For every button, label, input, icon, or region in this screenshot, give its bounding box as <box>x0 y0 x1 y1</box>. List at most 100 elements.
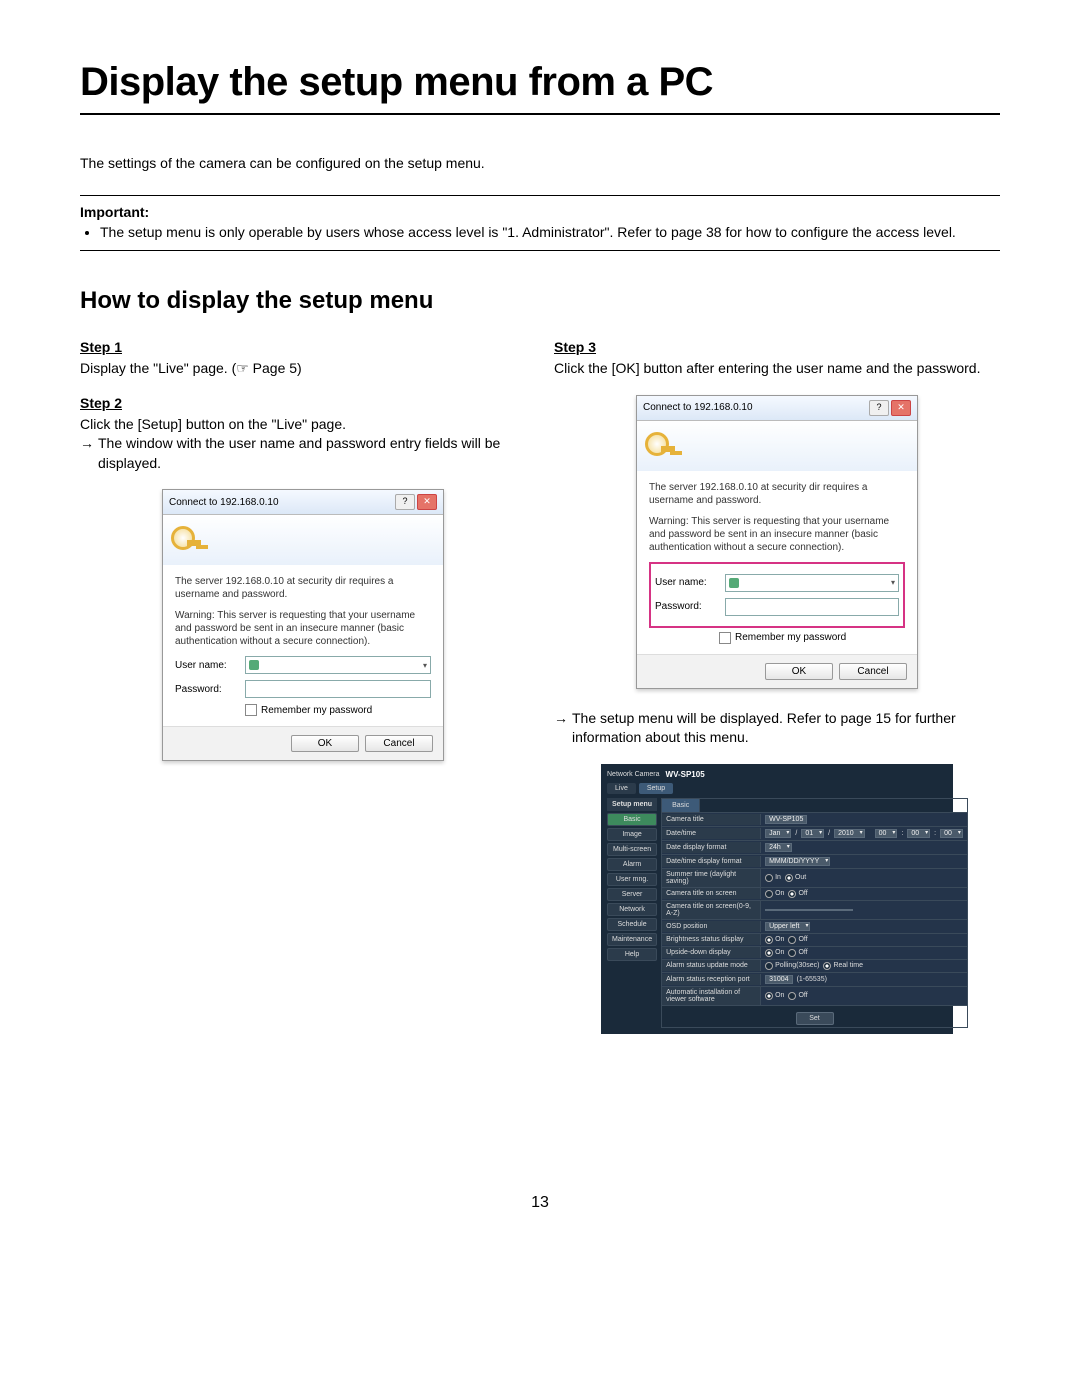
osd-select[interactable]: Upper left <box>765 922 810 931</box>
section-heading: How to display the setup menu <box>80 287 1000 315</box>
ok-button[interactable]: OK <box>291 735 359 752</box>
nav-multiscreen[interactable]: Multi-screen <box>607 843 657 856</box>
dialog-message-1: The server 192.168.0.10 at security dir … <box>175 575 431 601</box>
remember-checkbox[interactable] <box>719 632 731 644</box>
row-label: Upside-down display <box>662 947 761 958</box>
keys-icon <box>645 428 681 464</box>
step3-result: The setup menu will be displayed. Refer … <box>572 709 1000 748</box>
cancel-button[interactable]: Cancel <box>839 663 907 680</box>
date-format-select[interactable]: 24h <box>765 843 792 852</box>
nav-help[interactable]: Help <box>607 948 657 961</box>
remember-checkbox[interactable] <box>245 704 257 716</box>
username-input[interactable] <box>725 574 899 592</box>
nav-server[interactable]: Server <box>607 888 657 901</box>
main-tab-basic[interactable]: Basic <box>662 799 700 812</box>
dialog-message-2: Warning: This server is requesting that … <box>649 515 905 554</box>
summer-out-radio[interactable]: Out <box>785 874 806 882</box>
important-bullet: The setup menu is only operable by users… <box>100 224 1000 240</box>
camera-title-input[interactable]: WV-SP105 <box>765 815 807 824</box>
left-column: Step 1 Display the "Live" page. (☞ Page … <box>80 339 526 1034</box>
row-label: OSD position <box>662 921 761 932</box>
step1-label: Step 1 <box>80 339 526 355</box>
ok-button[interactable]: OK <box>765 663 833 680</box>
dialog-title: Connect to 192.168.0.10 <box>169 497 279 508</box>
intro-text: The settings of the camera can be config… <box>80 155 1000 171</box>
nav-usermng[interactable]: User mng. <box>607 873 657 886</box>
step2-text: Click the [Setup] button on the "Live" p… <box>80 415 526 435</box>
nav-schedule[interactable]: Schedule <box>607 918 657 931</box>
help-icon[interactable]: ? <box>869 400 889 416</box>
arrow-icon: → <box>554 709 568 748</box>
password-input[interactable] <box>245 680 431 698</box>
user-glyph-icon <box>249 660 259 670</box>
auth-dialog: Connect to 192.168.0.10 ? ✕ The server 1… <box>162 489 444 761</box>
summer-in-radio[interactable]: In <box>765 874 781 882</box>
min-select[interactable]: 00 <box>907 829 930 838</box>
user-glyph-icon <box>729 578 739 588</box>
alarm-port-input[interactable]: 31004 <box>765 975 792 984</box>
username-label: User name: <box>175 660 245 671</box>
remember-label: Remember my password <box>261 705 372 716</box>
arrow-icon: → <box>80 434 94 473</box>
side-heading: Setup menu <box>607 798 657 811</box>
step2-label: Step 2 <box>80 395 526 411</box>
help-icon[interactable]: ? <box>395 494 415 510</box>
setup-menu-screenshot: Network Camera WV-SP105 Live Setup Setup… <box>601 764 953 1034</box>
step3-text: Click the [OK] button after entering the… <box>554 359 1000 379</box>
cts-on-radio[interactable]: On <box>765 890 784 898</box>
dialog-title: Connect to 192.168.0.10 <box>643 402 753 413</box>
cancel-button[interactable]: Cancel <box>365 735 433 752</box>
alarm-port-range: (1-65535) <box>797 976 827 983</box>
username-label: User name: <box>655 577 725 588</box>
row-label: Camera title on screen(0-9, A-Z) <box>662 901 761 919</box>
month-select[interactable]: Jan <box>765 829 791 838</box>
upside-on-radio[interactable]: On <box>765 949 784 957</box>
alarm-real-radio[interactable]: Real time <box>823 962 863 970</box>
nav-network[interactable]: Network <box>607 903 657 916</box>
set-button[interactable]: Set <box>796 1012 834 1025</box>
cts2-input[interactable] <box>765 909 853 911</box>
title-divider <box>80 113 1000 115</box>
cts-off-radio[interactable]: Off <box>788 890 807 898</box>
tab-setup[interactable]: Setup <box>639 783 673 794</box>
row-label: Date/time <box>662 828 761 839</box>
page-title: Display the setup menu from a PC <box>80 60 1000 105</box>
nav-maintenance[interactable]: Maintenance <box>607 933 657 946</box>
hour-select[interactable]: 00 <box>875 829 898 838</box>
nav-alarm[interactable]: Alarm <box>607 858 657 871</box>
right-column: Step 3 Click the [OK] button after enter… <box>554 339 1000 1034</box>
autoinst-off-radio[interactable]: Off <box>788 992 807 1000</box>
step3-label: Step 3 <box>554 339 1000 355</box>
model-label: WV-SP105 <box>666 770 705 779</box>
page-number: 13 <box>80 1194 1000 1212</box>
bright-off-radio[interactable]: Off <box>788 936 807 944</box>
nav-basic[interactable]: Basic <box>607 813 657 826</box>
important-label: Important: <box>80 204 1000 220</box>
autoinst-on-radio[interactable]: On <box>765 992 784 1000</box>
row-label: Date/time display format <box>662 856 761 867</box>
remember-label: Remember my password <box>735 632 846 643</box>
keys-icon <box>171 522 207 558</box>
sec-select[interactable]: 00 <box>940 829 963 838</box>
step1-text: Display the "Live" page. (☞ Page 5) <box>80 359 526 379</box>
day-select[interactable]: 01 <box>801 829 824 838</box>
nav-image[interactable]: Image <box>607 828 657 841</box>
year-select[interactable]: 2010 <box>834 829 865 838</box>
row-label: Date display format <box>662 842 761 853</box>
upside-off-radio[interactable]: Off <box>788 949 807 957</box>
tab-live[interactable]: Live <box>607 783 636 794</box>
username-input[interactable] <box>245 656 431 674</box>
close-icon[interactable]: ✕ <box>417 494 437 510</box>
alarm-poll-radio[interactable]: Polling(30sec) <box>765 962 819 970</box>
password-label: Password: <box>655 601 725 612</box>
bright-on-radio[interactable]: On <box>765 936 784 944</box>
row-label: Alarm status update mode <box>662 960 761 971</box>
row-label: Automatic installation of viewer softwar… <box>662 987 761 1005</box>
dialog-message-1: The server 192.168.0.10 at security dir … <box>649 481 905 507</box>
close-icon[interactable]: ✕ <box>891 400 911 416</box>
password-input[interactable] <box>725 598 899 616</box>
important-callout: Important: The setup menu is only operab… <box>80 195 1000 251</box>
row-label: Camera title on screen <box>662 888 761 899</box>
datetime-display-select[interactable]: MMM/DD/YYYY <box>765 857 830 866</box>
auth-dialog-highlighted: Connect to 192.168.0.10 ? ✕ The server 1… <box>636 395 918 689</box>
